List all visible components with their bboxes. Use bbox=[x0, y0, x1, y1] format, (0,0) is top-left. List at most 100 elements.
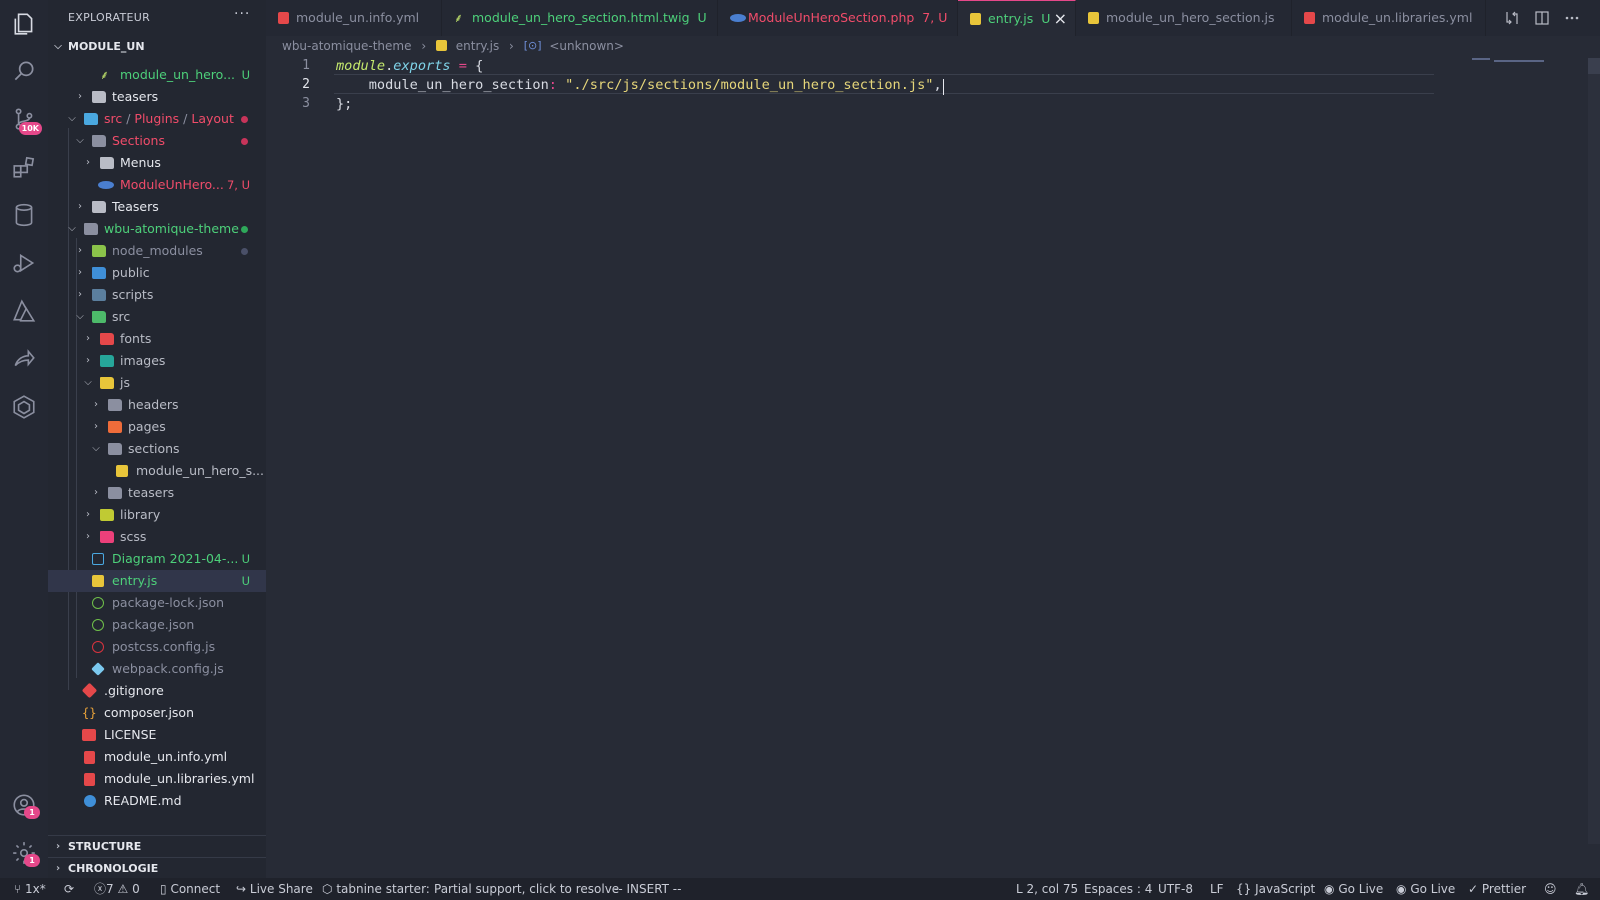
code-line[interactable]: module.exports = { bbox=[336, 58, 483, 74]
tree-item-package-json[interactable]: package.json bbox=[48, 614, 266, 636]
prettier-status[interactable]: ✓ Prettier bbox=[1468, 878, 1526, 900]
close-icon[interactable]: × bbox=[1054, 1, 1067, 37]
tree-item-scss[interactable]: › scss bbox=[48, 526, 266, 548]
tree-item-sections-js[interactable]: ⌵ sections bbox=[48, 438, 266, 460]
language-status[interactable]: {} JavaScript bbox=[1236, 878, 1315, 900]
code-line[interactable]: module_un_hero_section: "./src/js/sectio… bbox=[336, 77, 942, 93]
tree-item-src[interactable]: ⌵ src bbox=[48, 306, 266, 328]
tree-item-js[interactable]: ⌵ js bbox=[48, 372, 266, 394]
tree-item-module-un-hero-php[interactable]: ModuleUnHero... 7, U bbox=[48, 174, 266, 196]
encoding-status[interactable]: UTF-8 bbox=[1158, 878, 1193, 900]
settings-gear-icon[interactable]: 1 bbox=[0, 833, 48, 873]
explorer-sidebar: EXPLORATEUR ··· ⌵ MODULE_UN ⸙ module_un_… bbox=[48, 0, 266, 878]
accounts-icon[interactable]: 1 bbox=[0, 785, 48, 825]
tree-item-pages[interactable]: › pages bbox=[48, 416, 266, 438]
go-live-status-2[interactable]: ◉ Go Live bbox=[1396, 878, 1455, 900]
tree-item-headers[interactable]: › headers bbox=[48, 394, 266, 416]
tree-item-module-un-hero-twig[interactable]: ⸙ module_un_hero... U bbox=[48, 64, 266, 86]
tree-item-teasers[interactable]: › teasers bbox=[48, 86, 266, 108]
azure-icon[interactable] bbox=[0, 291, 48, 331]
feedback-icon[interactable]: ☺ bbox=[1544, 878, 1557, 900]
explorer-icon[interactable] bbox=[0, 4, 48, 44]
tree-item-package-lock-json[interactable]: package-lock.json bbox=[48, 592, 266, 614]
tree-item-fonts[interactable]: › fonts bbox=[48, 328, 266, 350]
tree-item-postcss-config[interactable]: postcss.config.js bbox=[48, 636, 266, 658]
tree-item-src-plugins-layout[interactable]: ⌵ src / Plugins / Layout bbox=[48, 108, 266, 130]
indentation-status[interactable]: Espaces : 4 bbox=[1084, 878, 1152, 900]
tree-item-license[interactable]: LICENSE bbox=[48, 724, 266, 746]
tree-item-label: src bbox=[112, 309, 131, 324]
tree-item-entry-js[interactable]: entry.js U bbox=[48, 570, 266, 592]
breadcrumb-folder[interactable]: wbu-atomique-theme bbox=[282, 39, 412, 53]
timeline-panel-header[interactable]: › CHRONOLOGIE bbox=[48, 857, 266, 879]
tab-module-un-libraries-yml[interactable]: module_un.libraries.yml bbox=[1292, 0, 1486, 36]
tree-item-gitignore[interactable]: .gitignore bbox=[48, 680, 266, 702]
tree-item-images[interactable]: › images bbox=[48, 350, 266, 372]
tree-item-wbu-atomique-theme[interactable]: ⌵ wbu-atomique-theme bbox=[48, 218, 266, 240]
more-actions-icon[interactable] bbox=[1564, 10, 1580, 26]
chevron-right-icon: › bbox=[509, 38, 514, 53]
notifications-bell-icon[interactable]: 🔔︎ bbox=[1574, 878, 1589, 900]
search-icon[interactable] bbox=[0, 51, 48, 91]
tree-item-module-un-info-yml[interactable]: module_un.info.yml bbox=[48, 746, 266, 768]
structure-panel-header[interactable]: › STRUCTURE bbox=[48, 835, 266, 857]
tab-module-un-hero-twig[interactable]: ⸙ module_un_hero_section.html.twig U bbox=[442, 0, 718, 36]
tree-item-public[interactable]: › public bbox=[48, 262, 266, 284]
tab-module-un-info-yml[interactable]: module_un.info.yml bbox=[266, 0, 442, 36]
tree-item-webpack-config[interactable]: webpack.config.js bbox=[48, 658, 266, 680]
cursor-position-status[interactable]: L 2, col 75 bbox=[1016, 878, 1078, 900]
git-status-badge: U bbox=[241, 552, 250, 566]
breadcrumb-file[interactable]: entry.js bbox=[456, 39, 499, 53]
tree-item-label: module_un_hero... bbox=[120, 67, 236, 82]
sync-icon[interactable]: ⟳ bbox=[64, 878, 74, 900]
explorer-root-header[interactable]: ⌵ MODULE_UN bbox=[48, 37, 266, 57]
eol-status[interactable]: LF bbox=[1210, 878, 1224, 900]
yaml-file-icon bbox=[84, 751, 95, 764]
tab-label-group: entry.js U bbox=[988, 1, 1050, 37]
chevron-down-icon: ⌵ bbox=[68, 223, 76, 234]
tree-item-library[interactable]: › library bbox=[48, 504, 266, 526]
run-debug-icon[interactable] bbox=[0, 243, 48, 283]
tab-module-un-hero-php[interactable]: ModuleUnHeroSection.php 7, U bbox=[718, 0, 958, 36]
tree-item-teasers-2[interactable]: › Teasers bbox=[48, 196, 266, 218]
branch-status[interactable]: ⑂ 1x* bbox=[14, 878, 46, 900]
live-share-status[interactable]: ↪ Live Share bbox=[236, 878, 313, 900]
connect-status[interactable]: ▯ Connect bbox=[160, 878, 220, 900]
database-icon[interactable] bbox=[0, 195, 48, 235]
scripts-folder-icon bbox=[92, 289, 106, 301]
tree-item-teasers-js[interactable]: › teasers bbox=[48, 482, 266, 504]
tree-item-module-un-libraries-yml[interactable]: module_un.libraries.yml bbox=[48, 768, 266, 790]
tree-item-composer-json[interactable]: {} composer.json bbox=[48, 702, 266, 724]
tree-item-diagram[interactable]: Diagram 2021-04-... U bbox=[48, 548, 266, 570]
tree-item-sections[interactable]: ⌵ Sections bbox=[48, 130, 266, 152]
tree-item-label: module_un.info.yml bbox=[104, 749, 228, 764]
code-editor[interactable]: 1 2 3 module.exports = { module_un_hero_… bbox=[266, 58, 1600, 878]
go-live-status[interactable]: ◉ Go Live bbox=[1324, 878, 1383, 900]
problems-status[interactable]: ⓧ7 ⚠ 0 bbox=[94, 878, 140, 900]
live-share-icon[interactable] bbox=[0, 339, 48, 379]
breadcrumb-symbol[interactable]: <unknown> bbox=[549, 39, 624, 53]
tree-item-module-un-hero-section-js[interactable]: module_un_hero_s... bbox=[48, 460, 266, 482]
tabnine-status[interactable]: ⬡ tabnine starter: bbox=[322, 878, 430, 900]
tab-entry-js[interactable]: entry.js U × bbox=[958, 0, 1076, 36]
docker-hex-icon[interactable] bbox=[0, 387, 48, 427]
minimap[interactable] bbox=[1472, 58, 1548, 64]
tree-item-readme[interactable]: README.md bbox=[48, 790, 266, 812]
git-branch-icon: ⑂ bbox=[14, 882, 22, 896]
tree-item-scripts[interactable]: › scripts bbox=[48, 284, 266, 306]
code-line[interactable]: }; bbox=[336, 96, 352, 112]
tab-module-un-hero-section-js[interactable]: module_un_hero_section.js bbox=[1076, 0, 1292, 36]
partial-support-status[interactable]: Partial support, click to resolve bbox=[434, 878, 619, 900]
compare-changes-icon[interactable] bbox=[1504, 10, 1520, 26]
js-file-icon bbox=[92, 575, 104, 587]
editor-scrollbar[interactable] bbox=[1588, 58, 1600, 844]
folder-icon bbox=[108, 487, 122, 499]
tree-item-node-modules[interactable]: › node_modules bbox=[48, 240, 266, 262]
folder-open-icon bbox=[92, 135, 106, 147]
scrollbar-thumb[interactable] bbox=[1588, 58, 1600, 74]
source-control-icon[interactable]: 10K bbox=[0, 99, 48, 139]
split-editor-icon[interactable] bbox=[1534, 10, 1550, 26]
explorer-more-actions[interactable]: ··· bbox=[234, 6, 250, 22]
extensions-icon[interactable] bbox=[0, 147, 48, 187]
tree-item-menus[interactable]: › Menus bbox=[48, 152, 266, 174]
